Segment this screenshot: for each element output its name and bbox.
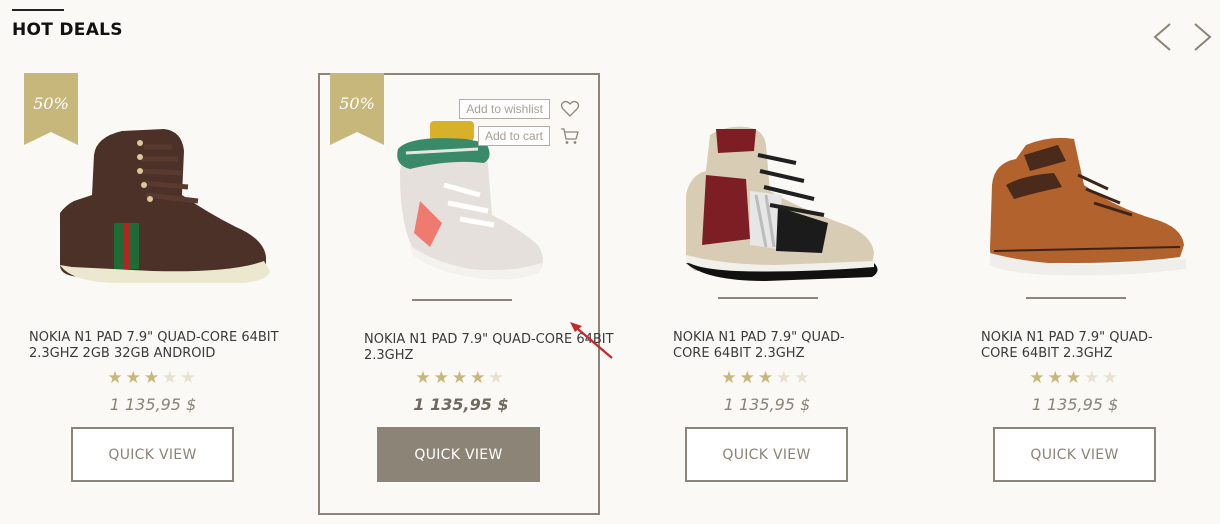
cart-row[interactable]: Add to cart bbox=[477, 126, 580, 146]
product-price: 1 135,95 $ bbox=[413, 395, 509, 414]
star-icon: ★ bbox=[451, 368, 471, 387]
product-image[interactable] bbox=[646, 115, 886, 285]
card-divider bbox=[1026, 297, 1126, 299]
star-icon: ★ bbox=[180, 368, 199, 387]
chevron-right-icon[interactable] bbox=[1193, 22, 1213, 52]
rating-stars: ★★★★★ bbox=[320, 368, 602, 388]
rating-stars: ★★★★★ bbox=[12, 368, 294, 388]
section-title-rule bbox=[12, 9, 64, 11]
rating-stars: ★★★★★ bbox=[934, 368, 1216, 388]
star-icon: ★ bbox=[1047, 368, 1066, 387]
star-icon: ★ bbox=[488, 368, 507, 387]
star-icon: ★ bbox=[143, 368, 163, 387]
star-icon: ★ bbox=[1084, 368, 1103, 387]
star-icon: ★ bbox=[470, 368, 489, 387]
product-name[interactable]: NOKIA N1 PAD 7.9" QUAD-CORE 64BIT 2.3GHZ… bbox=[29, 330, 289, 362]
product-card[interactable]: 50% NOKIA N1 PAD 7.9" QUAD-CORE 64BIT 2.… bbox=[12, 73, 294, 515]
star-icon: ★ bbox=[125, 368, 144, 387]
star-icon: ★ bbox=[415, 368, 434, 387]
star-icon: ★ bbox=[162, 368, 181, 387]
product-price: 1 135,95 $ bbox=[109, 395, 197, 414]
add-to-wishlist-button[interactable]: Add to wishlist bbox=[459, 99, 550, 119]
star-icon: ★ bbox=[721, 368, 740, 387]
star-icon: ★ bbox=[794, 368, 813, 387]
cart-icon[interactable] bbox=[560, 126, 580, 146]
star-icon: ★ bbox=[757, 368, 777, 387]
star-icon: ★ bbox=[1029, 368, 1048, 387]
quick-view-button[interactable]: QUICK VIEW bbox=[377, 427, 540, 482]
star-icon: ★ bbox=[433, 368, 452, 387]
card-divider bbox=[412, 299, 512, 301]
product-card[interactable]: 50% Add to wishlist Add to cart NOKIA N1… bbox=[318, 73, 614, 515]
product-name[interactable]: NOKIA N1 PAD 7.9" QUAD-CORE 64BIT 2.3GHZ bbox=[981, 330, 1181, 362]
star-icon: ★ bbox=[776, 368, 795, 387]
quick-view-button[interactable]: QUICK VIEW bbox=[685, 427, 848, 482]
annotation-arrow-icon bbox=[570, 322, 613, 359]
quick-view-button[interactable]: QUICK VIEW bbox=[993, 427, 1156, 482]
product-price: 1 135,95 $ bbox=[723, 395, 811, 414]
product-image[interactable] bbox=[954, 115, 1194, 285]
star-icon: ★ bbox=[107, 368, 126, 387]
card-divider bbox=[718, 297, 818, 299]
section-title: HOT DEALS bbox=[12, 20, 123, 40]
star-icon: ★ bbox=[739, 368, 758, 387]
heart-icon[interactable] bbox=[560, 99, 580, 119]
star-icon: ★ bbox=[1065, 368, 1085, 387]
product-card[interactable]: NOKIA N1 PAD 7.9" QUAD-CORE 64BIT 2.3GHZ… bbox=[626, 73, 908, 515]
chevron-left-icon[interactable] bbox=[1152, 22, 1172, 52]
product-card[interactable]: NOKIA N1 PAD 7.9" QUAD-CORE 64BIT 2.3GHZ… bbox=[934, 73, 1216, 515]
add-to-cart-button[interactable]: Add to cart bbox=[477, 126, 550, 146]
rating-stars: ★★★★★ bbox=[626, 368, 908, 388]
star-icon: ★ bbox=[1102, 368, 1121, 387]
product-name[interactable]: NOKIA N1 PAD 7.9" QUAD-CORE 64BIT 2.3GHZ bbox=[673, 330, 873, 362]
product-image[interactable] bbox=[32, 115, 272, 285]
product-price: 1 135,95 $ bbox=[1031, 395, 1119, 414]
quick-view-button[interactable]: QUICK VIEW bbox=[71, 427, 234, 482]
wishlist-row[interactable]: Add to wishlist bbox=[459, 99, 580, 119]
